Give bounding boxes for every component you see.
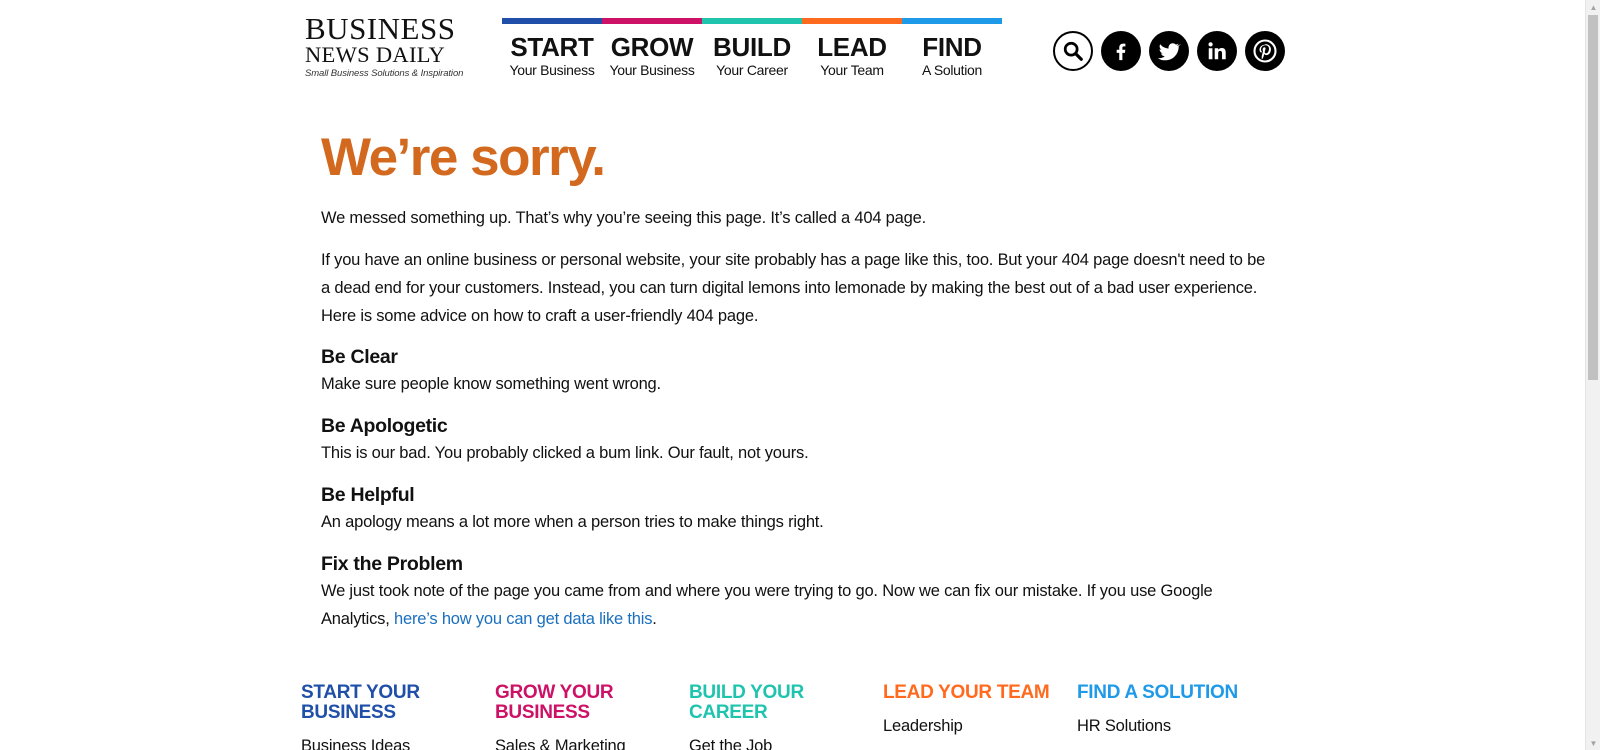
nav-item-subtitle: Your Business [609,62,695,78]
main-nav: START Your Business GROW Your Business B… [502,18,1002,79]
section-text-be-clear: Make sure people know something went wro… [321,375,661,393]
scroll-down-arrow-icon[interactable]: ▼ [1586,736,1600,750]
advice-text: If you have an online business or person… [321,251,1266,325]
footer-link[interactable]: HR Solutions [1077,716,1271,736]
scrollbar-thumb[interactable] [1588,15,1598,380]
footer-link[interactable]: Leadership [883,716,1077,736]
section-heading-be-apologetic: Be Apologetic [321,415,448,437]
search-button[interactable] [1053,31,1093,71]
pinterest-button[interactable] [1245,31,1285,71]
logo-tagline: Small Business Solutions & Inspiration [305,68,464,79]
nav-item-title: BUILD [713,32,791,62]
footer-column-build: BUILD YOUR CAREER Get the Job [689,683,883,750]
page: BUSINESS NEWS DAILY Small Business Solut… [0,0,1585,750]
facebook-button[interactable] [1101,31,1141,71]
nav-item-build[interactable]: BUILD Your Career [702,18,802,79]
main-content: We’re sorry. We messed something up. Tha… [321,128,1266,648]
nav-item-find[interactable]: FIND A Solution [902,18,1002,79]
footer-column-start: START YOUR BUSINESS Business Ideas [301,683,495,750]
nav-item-start[interactable]: START Your Business [502,18,602,79]
header-icons [1053,31,1285,71]
footer-link[interactable]: Get the Job [689,736,883,750]
footer-column-title[interactable]: LEAD YOUR TEAM [883,683,1077,703]
search-icon [1063,41,1083,61]
footer-column-title[interactable]: FIND A SOLUTION [1077,683,1271,703]
footer-link[interactable]: Business Ideas [301,736,495,750]
footer-column-title[interactable]: BUILD YOUR CAREER [689,683,883,723]
section-heading-be-clear: Be Clear [321,346,398,368]
nav-item-subtitle: Your Career [716,62,788,78]
pinterest-icon [1253,39,1277,63]
twitter-icon [1157,43,1181,61]
page-scrollbar[interactable]: ▲ ▼ [1585,0,1600,750]
intro-text: We messed something up. That’s why you’r… [321,209,926,227]
page-title: We’re sorry. [321,128,606,187]
section-heading-be-helpful: Be Helpful [321,484,415,506]
linkedin-icon [1208,42,1226,60]
logo-line1: BUSINESS [305,11,456,46]
footer-column-title[interactable]: START YOUR BUSINESS [301,683,495,723]
section-text-fix-the-problem: We just took note of the page you came f… [321,577,1266,633]
scroll-up-arrow-icon[interactable]: ▲ [1586,0,1600,14]
linkedin-button[interactable] [1197,31,1237,71]
section-text-be-apologetic: This is our bad. You probably clicked a … [321,444,809,462]
section-heading-fix-the-problem: Fix the Problem [321,553,463,575]
section-text-be-helpful: An apology means a lot more when a perso… [321,513,824,531]
footer-link[interactable]: Sales & Marketing [495,736,689,750]
twitter-button[interactable] [1149,31,1189,71]
nav-item-subtitle: A Solution [921,62,983,78]
fix-text-end: . [652,610,657,628]
nav-item-title: FIND [922,32,982,62]
nav-item-lead[interactable]: LEAD Your Team [802,18,902,79]
nav-item-subtitle: Your Team [820,62,884,78]
footer-column-find: FIND A SOLUTION HR Solutions [1077,683,1271,750]
analytics-link[interactable]: here’s how you can get data like this [394,610,652,628]
nav-item-subtitle: Your Business [509,62,595,78]
footer-column-lead: LEAD YOUR TEAM Leadership [883,683,1077,750]
footer-column-grow: GROW YOUR BUSINESS Sales & Marketing [495,683,689,750]
facebook-icon [1116,43,1126,61]
nav-item-title: LEAD [817,32,887,62]
nav-item-title: GROW [610,32,694,62]
logo-line2: NEWS DAILY [305,42,446,67]
footer-nav: START YOUR BUSINESS Business Ideas GROW … [301,683,1271,750]
nav-item-grow[interactable]: GROW Your Business [602,18,702,79]
nav-item-title: START [510,32,594,62]
footer-column-title[interactable]: GROW YOUR BUSINESS [495,683,689,723]
site-logo[interactable]: BUSINESS NEWS DAILY Small Business Solut… [305,11,465,79]
